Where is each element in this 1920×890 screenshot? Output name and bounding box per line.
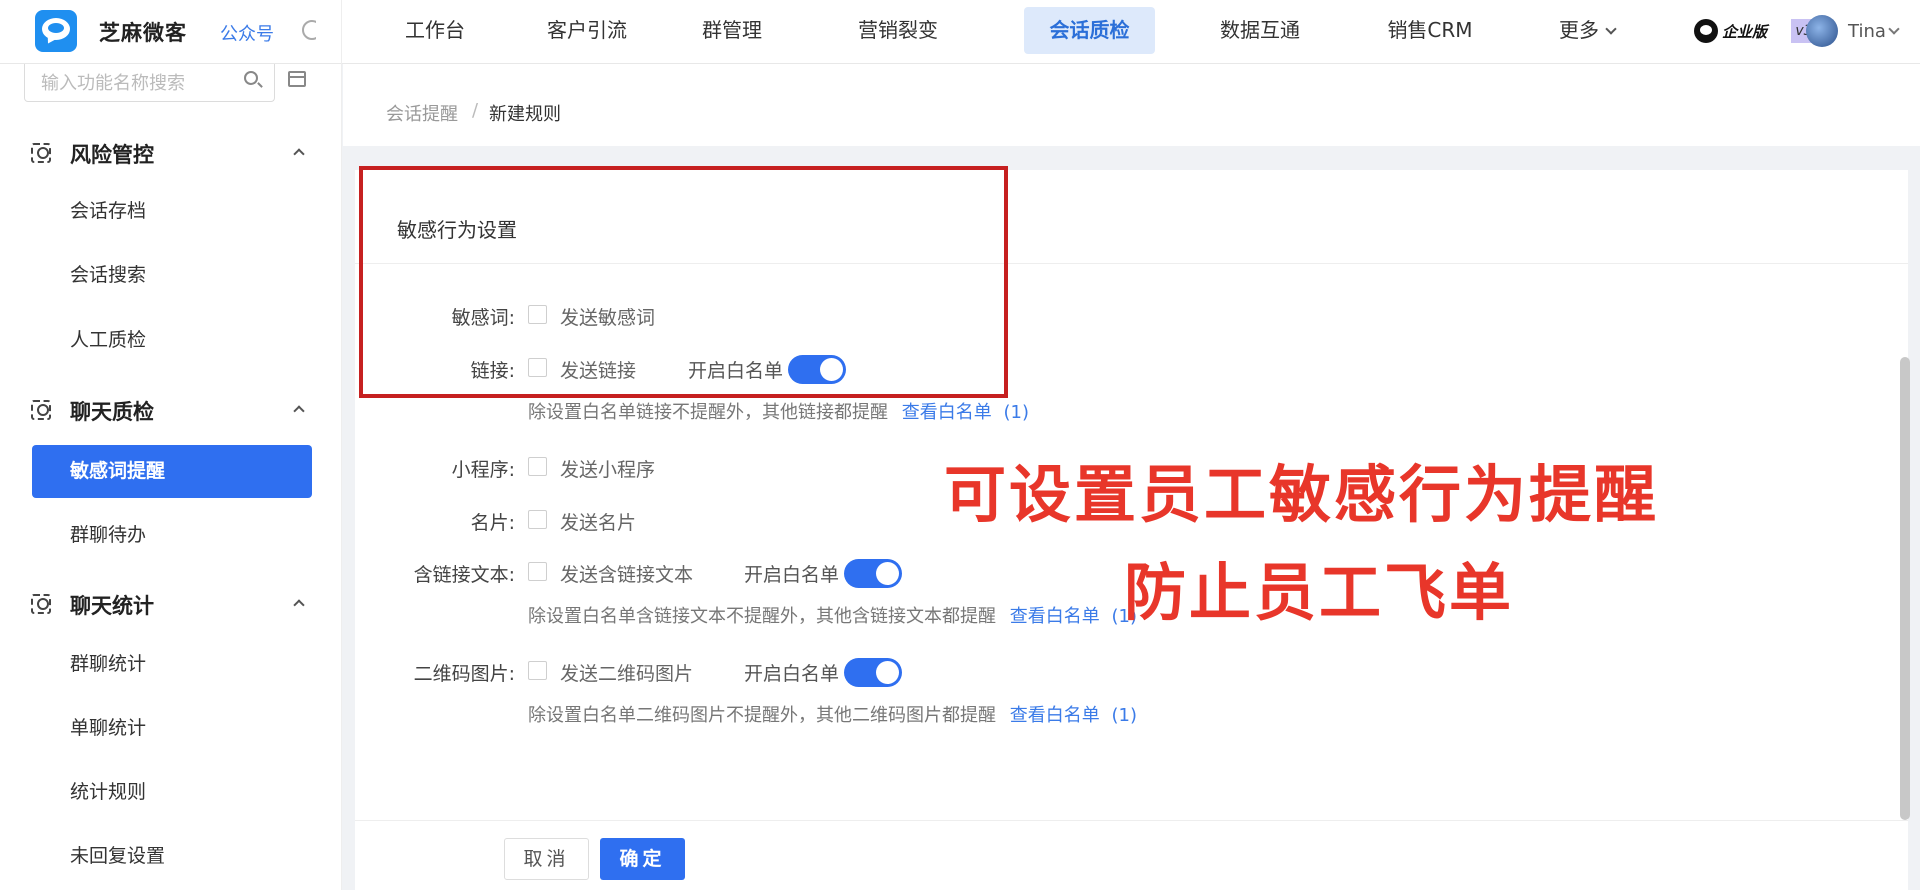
sidebar-group-chat-qc[interactable]: 聊天质检 (0, 390, 341, 430)
logo-icon[interactable] (35, 10, 77, 52)
nav-item-more[interactable]: 更多 (1542, 7, 1632, 54)
qrcode-hint-text: 除设置白名单二维码图片不提醒外，其他二维码图片都提醒 (528, 705, 996, 726)
sidebar-group-label: 风险管控 (70, 143, 154, 167)
qrcode-hint: 除设置白名单二维码图片不提醒外，其他二维码图片都提醒 查看白名单 (1) (528, 701, 1137, 727)
qrcode-view-whitelist[interactable]: 查看白名单 (1010, 705, 1100, 726)
nav-item-session-qc[interactable]: 会话质检 (1024, 7, 1155, 54)
dark-mode-icon[interactable] (302, 20, 316, 40)
confirm-button[interactable]: 确定 (600, 838, 685, 880)
miniprogram-option[interactable]: 发送小程序 (560, 455, 655, 482)
qrcode-whitelist-label: 开启白名单 (744, 663, 840, 685)
nav-item-groups[interactable]: 群管理 (687, 7, 777, 54)
sidebar-item-single-stats[interactable]: 单聊统计 (32, 702, 312, 755)
card-checkbox[interactable] (528, 510, 547, 529)
scrollbar[interactable] (1900, 357, 1910, 820)
form-footer: 取消 确定 (355, 820, 1908, 890)
link-text-hint-text: 除设置白名单含链接文本不提醒外，其他含链接文本都提醒 (528, 606, 996, 627)
card-option[interactable]: 发送名片 (560, 508, 636, 535)
edition-text: 企业版 (1722, 23, 1768, 41)
chevron-up-icon (293, 599, 305, 611)
avatar[interactable] (1806, 15, 1838, 47)
qrcode-checkbox[interactable] (528, 661, 547, 680)
link-whitelist-count: (1) (1003, 402, 1029, 423)
link-hint: 除设置白名单链接不提醒外，其他链接都提醒 查看白名单 (1) (528, 398, 1029, 424)
link-hint-text: 除设置白名单链接不提醒外，其他链接都提醒 (528, 402, 888, 423)
highlight-box (359, 166, 1008, 398)
sidebar-item-search[interactable]: 会话搜索 (32, 249, 312, 302)
chevron-down-icon (1605, 23, 1617, 35)
sidebar-item-manual-qc[interactable]: 人工质检 (32, 314, 312, 367)
sidebar-group-risk[interactable]: 风险管控 (0, 133, 341, 173)
annotation-line-2: 防止员工飞单 (1124, 556, 1515, 629)
chevron-up-icon (293, 405, 305, 417)
nav-item-crm[interactable]: 销售CRM (1365, 7, 1495, 54)
logo-area: 芝麻微客 公众号 (0, 0, 342, 64)
link-text-option[interactable]: 发送含链接文本 (560, 560, 693, 587)
breadcrumb-separator: / (472, 100, 479, 121)
link-text-whitelist-toggle[interactable] (844, 559, 902, 588)
chat-qc-icon (31, 400, 51, 420)
search-placeholder: 输入功能名称搜索 (41, 73, 185, 94)
link-text-label: 含链接文本: (413, 564, 515, 586)
edition-logo-icon (1694, 19, 1718, 43)
chevron-down-icon[interactable] (1888, 23, 1900, 35)
chevron-up-icon (293, 148, 305, 160)
search-input[interactable]: 输入功能名称搜索 (24, 64, 275, 102)
gzh-link[interactable]: 公众号 (220, 20, 274, 46)
nav-more-label: 更多 (1559, 18, 1599, 42)
sidebar-group-label: 聊天质检 (70, 400, 154, 424)
link-text-view-whitelist[interactable]: 查看白名单 (1010, 606, 1100, 627)
sidebar-item-group-todo[interactable]: 群聊待办 (32, 509, 312, 562)
link-text-checkbox[interactable] (528, 562, 547, 581)
nav-item-traffic[interactable]: 客户引流 (527, 7, 647, 54)
link-text-hint: 除设置白名单含链接文本不提醒外，其他含链接文本都提醒 查看白名单 (1) (528, 602, 1137, 628)
user-name[interactable]: Tina (1848, 21, 1886, 42)
risk-icon (31, 143, 51, 163)
qrcode-whitelist-count: (1) (1111, 705, 1137, 726)
miniprogram-checkbox[interactable] (528, 457, 547, 476)
top-bar: 芝麻微客 公众号 工作台 客户引流 群管理 营销裂变 会话质检 数据互通 销售C… (0, 0, 1920, 64)
search-icon[interactable] (244, 71, 258, 85)
link-text-whitelist-label: 开启白名单 (744, 564, 840, 586)
card-label: 名片: (470, 512, 515, 534)
link-view-whitelist[interactable]: 查看白名单 (902, 402, 992, 423)
qrcode-whitelist-toggle[interactable] (844, 658, 902, 687)
sidebar-item-no-reply[interactable]: 未回复设置 (32, 830, 312, 883)
breadcrumb-parent[interactable]: 会话提醒 (386, 100, 458, 126)
stats-icon (31, 594, 51, 614)
sidebar: 输入功能名称搜索 风险管控 会话存档 会话搜索 人工质检 聊天质检 敏感词提醒 … (0, 64, 342, 890)
breadcrumb: 会话提醒 / 新建规则 (343, 64, 1920, 146)
nav-item-data[interactable]: 数据互通 (1200, 7, 1320, 54)
brand-name: 芝麻微客 (99, 21, 187, 45)
qrcode-label: 二维码图片: (413, 663, 515, 685)
sidebar-item-sensitive-words[interactable]: 敏感词提醒 (32, 445, 312, 498)
calendar-icon[interactable] (288, 71, 306, 87)
qrcode-option[interactable]: 发送二维码图片 (560, 659, 693, 686)
cancel-button[interactable]: 取消 (504, 838, 589, 880)
breadcrumb-current: 新建规则 (489, 104, 561, 125)
sidebar-item-stats-rules[interactable]: 统计规则 (32, 766, 312, 819)
miniprogram-label: 小程序: (451, 459, 515, 481)
sidebar-item-group-stats[interactable]: 群聊统计 (32, 638, 312, 691)
nav-item-workbench[interactable]: 工作台 (382, 7, 488, 54)
sidebar-item-archive[interactable]: 会话存档 (32, 185, 312, 238)
sidebar-group-label: 聊天统计 (70, 594, 154, 618)
nav-item-marketing[interactable]: 营销裂变 (838, 7, 958, 54)
sidebar-group-chat-stats[interactable]: 聊天统计 (0, 584, 341, 624)
annotation-line-1: 可设置员工敏感行为提醒 (944, 458, 1660, 531)
